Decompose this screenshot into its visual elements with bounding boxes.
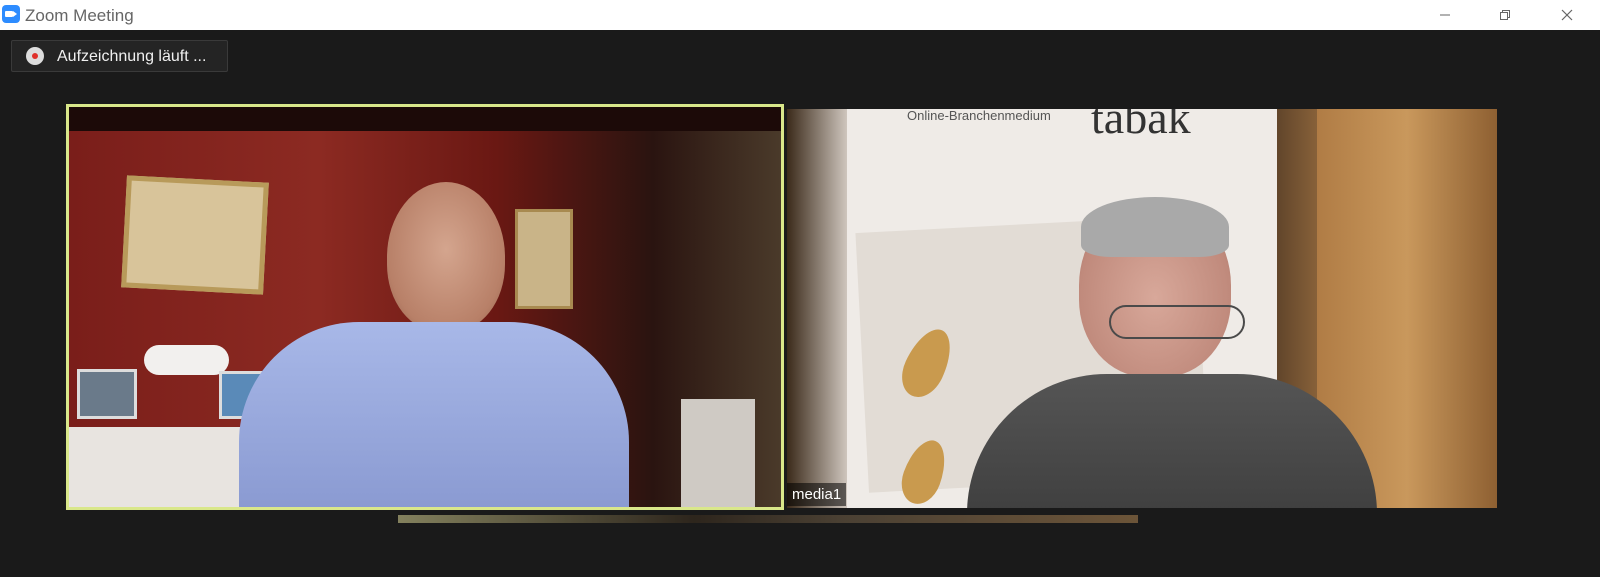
banner-headline: tabak (1091, 109, 1191, 143)
restore-icon (1500, 10, 1510, 20)
video-tile-active-speaker[interactable] (66, 104, 784, 510)
glasses (1109, 305, 1245, 339)
zoom-camera-icon (2, 5, 20, 23)
participant-head (387, 182, 505, 332)
restore-button[interactable] (1476, 0, 1534, 30)
video-letterbox (69, 107, 781, 131)
recording-label: Aufzeichnung läuft ... (57, 48, 207, 65)
recording-indicator[interactable]: Aufzeichnung läuft ... (11, 40, 228, 72)
close-icon (1561, 9, 1573, 21)
participant-body (239, 322, 629, 507)
window-title: Zoom Meeting (25, 6, 134, 25)
minimize-button[interactable] (1416, 0, 1474, 30)
close-button[interactable] (1538, 0, 1596, 30)
participant-hair (1081, 197, 1229, 257)
title-bar: Zoom Meeting (0, 0, 1600, 30)
wall-picture-small (515, 209, 573, 309)
wall-picture (121, 175, 269, 295)
photo-frame (77, 369, 137, 419)
record-icon (26, 47, 44, 65)
filmstrip-edge (398, 515, 1138, 523)
flowers (144, 345, 229, 375)
video-tile-participant[interactable]: Online-Branchenmedium tabak (787, 109, 1497, 508)
banner-subheadline: Online-Branchenmedium (907, 109, 1051, 123)
dresser-right (681, 399, 755, 507)
minimize-icon (1440, 14, 1450, 16)
participant-name-label: media1 (787, 483, 847, 506)
